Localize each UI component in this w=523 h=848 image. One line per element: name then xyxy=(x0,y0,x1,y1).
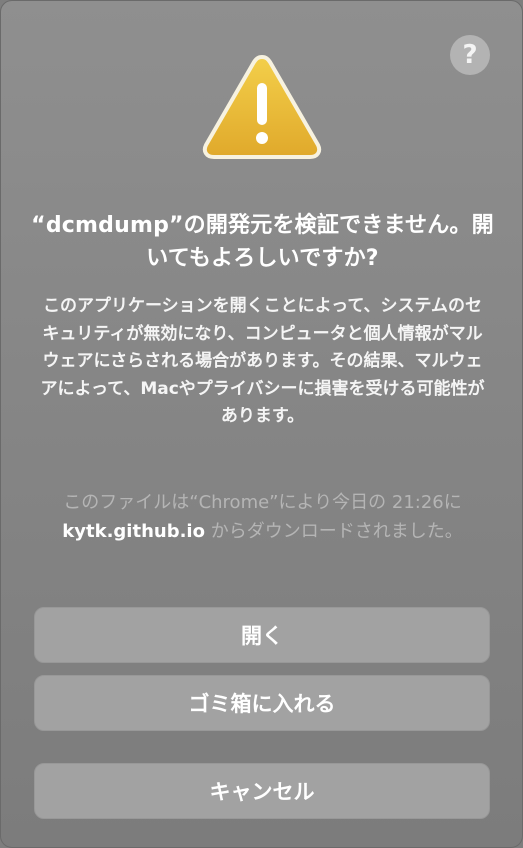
open-button[interactable]: 開く xyxy=(34,607,490,663)
origin-suffix: からダウンロードされました。 xyxy=(204,521,463,542)
download-origin-text: このファイルは“Chrome”により今日の 21:26に kytk.github… xyxy=(31,488,494,546)
origin-host: kytk.github.io xyxy=(62,521,205,542)
origin-prefix: このファイルは“Chrome”により今日の 21:26に xyxy=(63,492,462,513)
dialog-title: “dcmdump”の開発元を検証できません。開いてもよろしいですか? xyxy=(31,213,494,271)
security-warning-dialog: ? “dcmdump”の開発元を検証できません。開いてもよろしいですか? このア… xyxy=(0,0,523,848)
move-to-trash-button[interactable]: ゴミ箱に入れる xyxy=(34,675,490,731)
cancel-button[interactable]: キャンセル xyxy=(34,763,490,819)
warning-triangle-icon xyxy=(202,55,322,159)
dialog-message: このアプリケーションを開くことによって、システムのセキュリティが無効になり、コン… xyxy=(40,296,485,426)
help-button[interactable]: ? xyxy=(450,35,490,75)
